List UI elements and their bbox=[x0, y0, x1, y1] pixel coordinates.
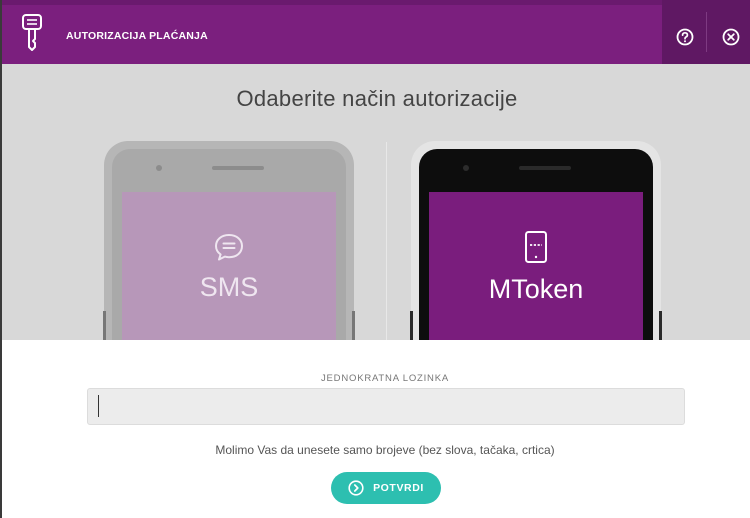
phone-camera bbox=[463, 165, 469, 171]
payment-authorization-modal: AUTORIZACIJA PLAĆANJA Odaberite način au… bbox=[0, 0, 750, 518]
phone-speaker bbox=[212, 166, 264, 170]
phone-screen: SMS bbox=[122, 192, 336, 340]
modal-title: AUTORIZACIJA PLAĆANJA bbox=[66, 30, 208, 42]
chevron-right-circle-icon bbox=[348, 480, 364, 496]
confirm-button-label: POTVRDI bbox=[373, 482, 424, 494]
phone-side-button bbox=[659, 311, 662, 340]
confirm-button[interactable]: POTVRDI bbox=[331, 472, 441, 504]
phone-camera bbox=[156, 165, 162, 171]
option-sms[interactable]: SMS bbox=[103, 141, 355, 340]
phone-side-button bbox=[410, 311, 413, 340]
help-circle-icon[interactable] bbox=[676, 28, 694, 46]
options-divider bbox=[386, 142, 387, 340]
modal-header: AUTORIZACIJA PLAĆANJA bbox=[2, 0, 750, 64]
option-sms-label: SMS bbox=[199, 272, 259, 302]
phone-frame: SMS bbox=[112, 149, 346, 340]
otp-field-label: JEDNOKRATNA LOZINKA bbox=[321, 373, 449, 384]
auth-method-selector: Odaberite način autorizacije SMS MToken bbox=[2, 64, 750, 340]
phone-side-button bbox=[103, 311, 106, 340]
mobile-token-icon bbox=[525, 231, 547, 263]
header-separator bbox=[706, 12, 707, 52]
otp-input[interactable] bbox=[87, 388, 685, 425]
phone-frame: MToken bbox=[419, 149, 653, 340]
option-mtoken-label: MToken bbox=[488, 274, 584, 304]
header-actions bbox=[662, 0, 750, 64]
text-cursor bbox=[98, 395, 99, 417]
phone-speaker bbox=[519, 166, 571, 170]
close-circle-icon[interactable] bbox=[722, 28, 740, 46]
selector-title: Odaberite način autorizacije bbox=[236, 86, 518, 111]
option-mtoken[interactable]: MToken bbox=[410, 141, 662, 340]
key-icon bbox=[22, 14, 42, 51]
phone-screen: MToken bbox=[429, 192, 643, 340]
otp-form: JEDNOKRATNA LOZINKA Molimo Vas da uneset… bbox=[2, 340, 750, 518]
chat-bubble-icon bbox=[215, 234, 243, 261]
phone-side-button bbox=[352, 311, 355, 340]
otp-hint: Molimo Vas da unesete samo brojeve (bez … bbox=[215, 443, 555, 457]
